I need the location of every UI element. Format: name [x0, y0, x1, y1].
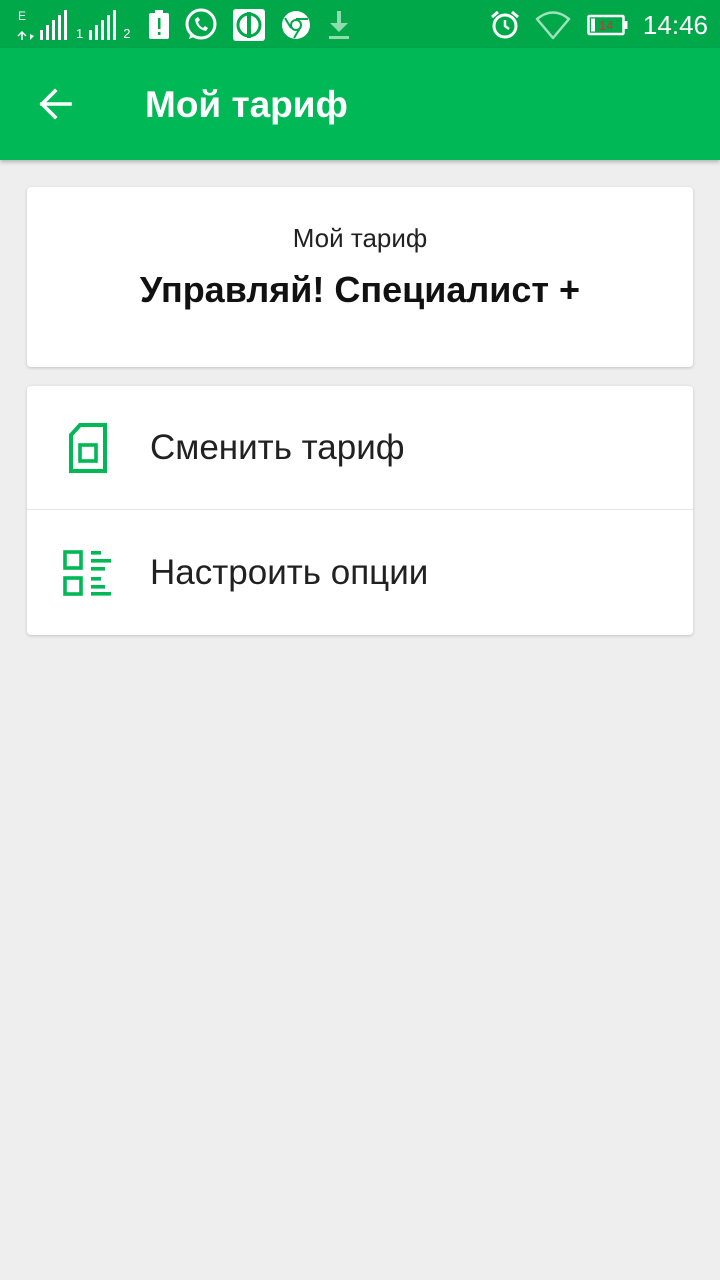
sim2-label: 2 — [123, 25, 131, 41]
sim-card-icon — [63, 422, 113, 473]
status-bar: E 1 2 14 14:46 — [0, 0, 720, 48]
tariff-name: Управляй! Специалист + — [139, 269, 581, 310]
status-bar-left: E 1 2 — [16, 8, 352, 42]
change-tariff-item[interactable]: Сменить тариф — [27, 386, 693, 510]
battery-icon: 14 — [587, 14, 629, 36]
options-list-icon — [63, 548, 113, 598]
download-icon — [326, 9, 352, 41]
sim2-signal-icon — [87, 8, 121, 42]
chrome-icon — [280, 9, 312, 41]
battery-alert-icon — [148, 10, 170, 40]
alarm-icon — [489, 9, 521, 41]
configure-options-label: Настроить опции — [150, 553, 429, 592]
tariff-actions-card: Сменить тариф Настроить опции — [27, 386, 693, 635]
whatsapp-icon — [184, 8, 218, 42]
sim1-network-type: E — [18, 9, 26, 23]
app-bar: Мой тариф — [0, 48, 720, 160]
sim1-label: 1 — [76, 25, 84, 41]
app-title: Мой тариф — [145, 84, 348, 125]
battery-level: 14 — [599, 18, 613, 33]
sim1-signal-icon: E — [16, 8, 74, 42]
status-bar-right: 14 14:46 — [489, 8, 708, 42]
status-time: 14:46 — [642, 9, 708, 40]
change-tariff-label: Сменить тариф — [150, 427, 405, 467]
tariff-label: Мой тариф — [292, 223, 428, 253]
wifi-icon — [535, 10, 571, 40]
arrow-back-icon — [39, 88, 72, 120]
app-icon — [232, 8, 266, 42]
back-button[interactable] — [26, 74, 86, 134]
configure-options-item[interactable]: Настроить опции — [27, 511, 693, 635]
tariff-card: Мой тариф Управляй! Специалист + — [27, 187, 693, 367]
